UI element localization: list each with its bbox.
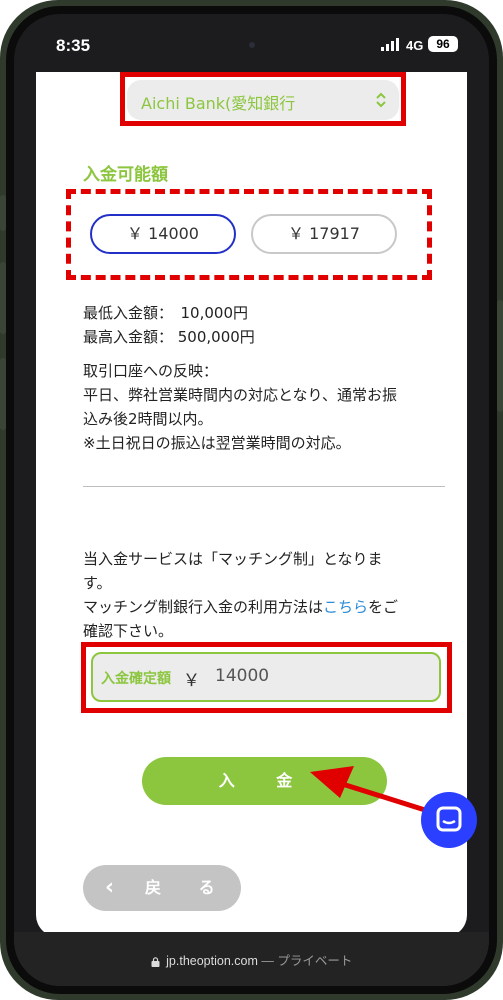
url-domain: jp.theoption.com <box>166 954 258 968</box>
matching-text: す。 <box>83 574 112 592</box>
signal-icon <box>381 38 399 51</box>
amount-option-17917[interactable]: ￥ 17917 <box>251 214 397 254</box>
matching-text: マッチング制銀行入金の利用方法は <box>83 598 324 616</box>
back-button-label: 戻 る <box>145 878 231 897</box>
divider <box>83 486 445 487</box>
chat-icon <box>436 806 462 832</box>
confirm-amount-value: 14000 <box>215 666 270 686</box>
battery-level: 96 <box>428 36 458 52</box>
confirm-currency: ￥ <box>183 671 200 691</box>
matching-text: 確認下さい。 <box>83 622 174 640</box>
side-button-power <box>497 300 503 412</box>
max-deposit-text: 最高入金額： 500,000円 <box>83 328 255 346</box>
back-button[interactable]: ‹ 戻 る <box>83 865 241 911</box>
section-title: 入金可能額 <box>83 165 168 185</box>
url-separator: — <box>257 954 278 968</box>
status-bar: 8:35 4G 96 <box>14 14 489 72</box>
chat-button[interactable] <box>421 792 477 848</box>
camera-dot <box>249 42 255 48</box>
url-bar[interactable]: jp.theoption.com — プライベート <box>14 932 489 986</box>
help-link[interactable]: こちら <box>323 598 368 616</box>
chevron-left-icon: ‹ <box>105 875 115 900</box>
url-private-label: プライベート <box>277 954 353 968</box>
reflection-heading: 取引口座への反映： <box>83 362 219 380</box>
lock-icon <box>151 956 160 967</box>
confirm-amount-label: 入金確定額 <box>101 671 171 687</box>
bank-select-highlight <box>120 72 406 126</box>
matching-text: 当入金サービスは「マッチング制」となりま <box>83 550 383 568</box>
min-deposit-text: 最低入金額： 10,000円 <box>83 304 248 322</box>
matching-text-with-link: マッチング制銀行入金の利用方法はこちらをご <box>83 596 398 617</box>
amount-option-14000[interactable]: ￥ 14000 <box>90 214 236 254</box>
matching-text: をご <box>368 598 399 616</box>
reflection-line: 込み後2時間以内。 <box>83 410 213 428</box>
status-time: 8:35 <box>56 36 91 55</box>
reflection-line: 平日、弊社営業時間内の対応となり、通常お振 <box>83 386 397 404</box>
screen: 8:35 4G 96 Aichi Bank(愛知銀行 入金可能額 ￥ 14000… <box>14 14 489 986</box>
network-type: 4G <box>406 38 424 53</box>
reflection-line: ※土日祝日の振込は翌営業時間の対応。 <box>83 434 351 452</box>
confirm-amount-field[interactable]: 入金確定額 ￥ 14000 <box>91 652 441 702</box>
url-bar-content: jp.theoption.com — プライベート <box>14 950 489 969</box>
web-content: Aichi Bank(愛知銀行 入金可能額 ￥ 14000 ￥ 17917 最低… <box>36 72 467 937</box>
